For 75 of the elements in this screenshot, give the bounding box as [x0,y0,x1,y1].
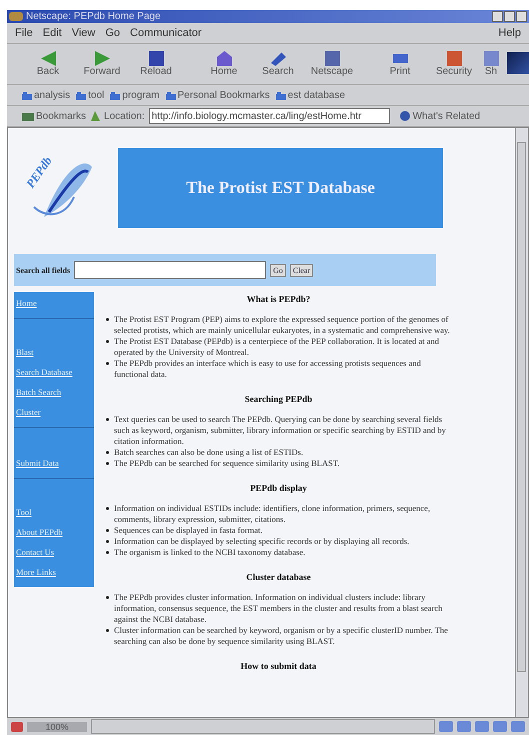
sidebar-link[interactable]: Contact Us [16,547,92,557]
house-icon [216,51,232,66]
bullet-text: The Protist EST Database (PEPdb) is a centerpiece of the PEP collaboration. It is located at and operated by the University of Montreal. [114,336,440,358]
location-icon [91,111,100,121]
bullet-text: Information can be displayed by selecting specific records or by displaying all records. [114,536,410,547]
bullet-text: Text queries can be used to search The PEPdb. Querying can be done by searching several fields such as keyword, organism, submitter, library information or specific searching by ESTID and by citation information. [114,414,447,447]
minimize-button[interactable] [492,11,503,22]
sidebar-link[interactable]: Blast [16,347,92,357]
folder-icon [76,90,86,100]
bookmark-folder-button[interactable]: est database [274,90,346,100]
security-icon [11,722,23,732]
back-arrow-icon [40,51,56,66]
folder-icon [110,90,120,100]
clear-button[interactable]: Clear [290,264,314,276]
toolbar-button[interactable]: Netscape [305,51,359,77]
menu-item[interactable]: Communicator [130,27,202,39]
bookmark-folder-button[interactable]: analysis [21,90,72,100]
toolbar-button[interactable]: Search [251,51,305,77]
go-button[interactable]: Go [270,264,286,276]
bullet-text: Information on individual ESTIDs include: identifiers, clone information, primers, sequence, comments, library expression, submitter, citations. [114,503,432,525]
section-heading: How to submit data [240,661,318,671]
section-heading: Searching PEPdb [244,394,314,404]
window-title: Netscape: PEPdb Home Page [26,11,162,22]
whats-related-button[interactable]: What's Related [398,110,482,122]
progress-text: 100% [27,722,87,732]
globe-icon [398,111,411,121]
bookmark-folder-button[interactable]: program [109,90,161,100]
bullet-text: The Protist EST Program (PEP) aims to explore the expressed sequence portion of the genomes of selected protists, which are mainly unicellular eukaryotes, in a systematic and comprehensive way. [114,314,451,336]
bookmark-folder-button[interactable]: tool [75,90,106,100]
close-button[interactable] [516,11,527,22]
folder-icon [22,90,32,100]
maximize-button[interactable] [504,11,515,22]
bullet-text: The PEPdb can be searched for sequence similarity using BLAST. [114,458,340,469]
sidebar-link[interactable]: Home [16,298,92,308]
bookmarks-button[interactable]: Bookmarks [21,110,88,122]
toolbar-button[interactable]: Forward [75,51,129,77]
toolbar-button[interactable]: Home [197,51,251,77]
search-field[interactable] [74,261,266,279]
sidebar-link[interactable]: About PEPdb [16,527,92,537]
toolbar-button[interactable]: Sh [481,51,501,77]
section-heading: Cluster database [245,572,312,582]
folder-icon [166,90,176,100]
menu-item[interactable]: Go [105,27,120,39]
netscape-logo-icon [507,52,529,74]
section-heading: What is PEPdb? [246,294,312,304]
toolbar-button[interactable]: Reload [129,51,183,77]
banner: The Protist EST Database [118,148,443,228]
search-label: Search all fields [16,266,70,274]
bullet-text: Sequences can be displayed in fasta format. [114,525,262,536]
sidebar-link[interactable]: Cluster [16,407,92,417]
menu-item[interactable]: Help [498,27,521,39]
sidebar-link[interactable]: Tool [16,507,92,517]
bullet-text: The PEPdb provides cluster information. Information on individual clusters include: library information, consensus sequence, the EST members in the cluster and results from a blast search against the NCBI database. [114,592,444,625]
menu-item[interactable]: Edit [42,27,62,39]
bookmark-icon [22,111,34,121]
bookmark-folder-button[interactable]: Personal Bookmarks [164,90,271,100]
scrollbar[interactable] [515,128,528,717]
toolbar-button[interactable]: Back [21,51,75,77]
location-label: Location: [104,110,145,122]
section-heading: PEPdb display [249,483,308,493]
forward-arrow-icon [94,51,110,66]
toolbar-button[interactable]: Print [373,51,427,77]
folder-icon [276,90,286,100]
sidebar-link[interactable]: More Links [16,567,92,577]
url-field[interactable]: http://info.biology.mcmaster.ca/ling/estHome.htr [148,108,390,124]
bullet-text: Cluster information can be searched by keyword, organism or by a specific clusterID number. The searching can also be done by sequence similarity using BLAST. [114,625,449,647]
toolbar-button[interactable]: Security [427,51,481,77]
sidebar-link[interactable]: Batch Search [16,387,92,397]
bullet-text: The PEPdb provides an interface which is easy to use for accessing protists sequences and functional data. [114,358,422,380]
bullet-text: Batch searches can also be done using a list of ESTIDs. [114,447,304,458]
menu-item[interactable]: View [72,27,96,39]
bullet-text: The organism is linked to the NCBI taxonomy database. [114,547,306,558]
menu-item[interactable]: File [15,27,33,39]
sidebar-link[interactable]: Search Database [16,367,92,377]
sidebar-link[interactable]: Submit Data [16,458,92,468]
